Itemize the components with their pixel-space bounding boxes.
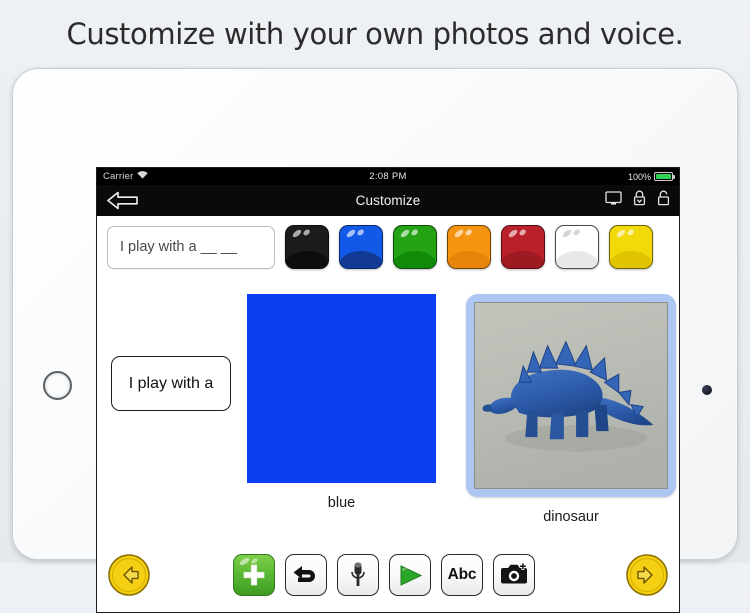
previous-page-button[interactable] — [107, 553, 151, 597]
play-button[interactable] — [389, 554, 431, 596]
display-mirror-icon[interactable] — [605, 190, 622, 211]
page-headline: Customize with your own photos and voice… — [66, 17, 684, 51]
color-swatch-green[interactable] — [393, 225, 437, 269]
photo-card[interactable]: dinosaur — [466, 294, 676, 525]
sentence-input[interactable]: I play with a __ __ — [107, 225, 275, 269]
page-title: Customize — [355, 193, 421, 208]
color-card[interactable]: blue — [247, 294, 436, 511]
color-palette — [285, 225, 653, 269]
sentence-strip-column: I play with a — [97, 294, 245, 411]
front-camera-icon — [702, 385, 712, 395]
app-screen: Carrier 2:08 PM 100% Customize I play wi… — [96, 167, 680, 613]
photo-card-label: dinosaur — [543, 509, 599, 525]
camera-button[interactable] — [493, 554, 535, 596]
battery-percent-label: 100% — [627, 171, 651, 182]
status-time: 2:08 PM — [369, 171, 407, 182]
carrier-label: Carrier — [103, 171, 134, 182]
color-swatch-blue[interactable] — [339, 225, 383, 269]
play-triangle-icon — [400, 564, 422, 586]
plus-icon — [243, 564, 265, 586]
color-card-swatch[interactable] — [247, 294, 436, 483]
photo-card-frame[interactable] — [466, 294, 676, 497]
tool-buttons: Abc — [233, 554, 535, 596]
home-button[interactable] — [43, 371, 72, 400]
add-button[interactable] — [233, 554, 275, 596]
color-swatch-orange[interactable] — [447, 225, 491, 269]
text-button[interactable]: Abc — [441, 554, 483, 596]
lock-open-icon[interactable] — [657, 190, 670, 211]
nav-actions — [605, 190, 670, 211]
record-button[interactable] — [337, 554, 379, 596]
color-swatch-white[interactable] — [555, 225, 599, 269]
color-swatch-yellow[interactable] — [609, 225, 653, 269]
sentence-strip-tile[interactable]: I play with a — [111, 356, 231, 411]
status-bar-right: 100% — [627, 171, 675, 182]
color-card-label: blue — [327, 495, 356, 511]
back-arrow-icon[interactable] — [106, 191, 139, 210]
abc-icon: Abc — [447, 566, 477, 583]
microphone-icon — [351, 562, 365, 586]
status-bar-left: Carrier — [103, 171, 149, 182]
battery-full-icon — [654, 172, 675, 181]
color-swatch-black[interactable] — [285, 225, 329, 269]
status-bar: Carrier 2:08 PM 100% — [97, 168, 679, 185]
next-page-button[interactable] — [625, 553, 669, 597]
color-swatch-red[interactable] — [501, 225, 545, 269]
bottom-toolbar: Abc — [97, 542, 679, 612]
nav-bar: Customize — [97, 185, 679, 216]
wifi-icon — [137, 171, 149, 182]
lock-closed-dropdown-icon[interactable] — [633, 190, 646, 211]
ipad-frame: Carrier 2:08 PM 100% Customize I play wi… — [12, 68, 738, 613]
dinosaur-photo-illustration — [475, 303, 667, 488]
photo-card-image — [474, 302, 668, 489]
undo-arrow-icon — [293, 566, 315, 582]
sentence-and-palette-row: I play with a __ __ — [97, 216, 679, 276]
camera-plus-icon — [501, 563, 527, 584]
cards-area: I play with a blue dinosaur — [97, 276, 679, 542]
undo-button[interactable] — [285, 554, 327, 596]
